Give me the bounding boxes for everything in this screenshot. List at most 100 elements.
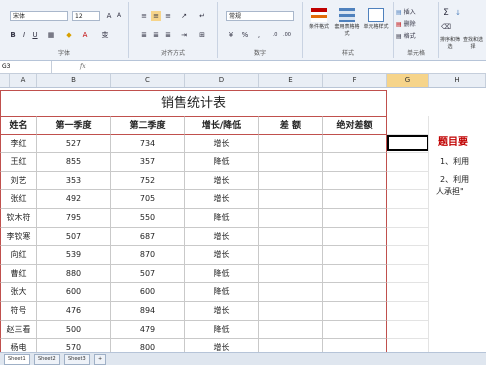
- col-header-b[interactable]: B: [37, 74, 111, 87]
- empty-cell[interactable]: [259, 246, 323, 265]
- table-cell[interactable]: 李钦寒: [0, 227, 37, 247]
- table-cell[interactable]: 705: [111, 190, 185, 209]
- empty-cell[interactable]: [259, 171, 323, 191]
- sort-filter-button[interactable]: 排序和筛选: [439, 36, 461, 50]
- empty-cell[interactable]: [323, 134, 387, 154]
- table-cell[interactable]: 降低: [185, 153, 259, 172]
- sheet-tab-3[interactable]: Sheet3: [64, 354, 90, 365]
- italic-icon[interactable]: I: [19, 30, 29, 40]
- table-cell[interactable]: 刘艺: [0, 171, 37, 191]
- currency-icon[interactable]: ¥: [226, 30, 236, 40]
- fx-icon[interactable]: fx: [80, 61, 86, 73]
- table-cell[interactable]: 353: [37, 171, 111, 191]
- shrink-font-icon[interactable]: A: [114, 11, 124, 21]
- header-cell[interactable]: 差 额: [259, 116, 323, 135]
- empty-cell[interactable]: [387, 227, 429, 247]
- empty-cell[interactable]: [387, 153, 429, 172]
- table-cell[interactable]: 600: [111, 283, 185, 302]
- table-cell[interactable]: 增长: [185, 190, 259, 209]
- table-cell[interactable]: 539: [37, 246, 111, 265]
- empty-cell[interactable]: [323, 171, 387, 191]
- table-cell[interactable]: 符号: [0, 302, 37, 321]
- empty-cell[interactable]: [323, 283, 387, 302]
- empty-cell[interactable]: [323, 153, 387, 172]
- table-cell[interactable]: 增长: [185, 227, 259, 247]
- format-button[interactable]: ▤ 格式: [396, 32, 436, 42]
- header-cell[interactable]: 第二季度: [111, 116, 185, 135]
- empty-cell[interactable]: [259, 264, 323, 284]
- empty-cell[interactable]: [323, 264, 387, 284]
- table-cell[interactable]: 李红: [0, 134, 37, 154]
- table-cell[interactable]: 降低: [185, 264, 259, 284]
- empty-cell[interactable]: [259, 190, 323, 209]
- table-cell[interactable]: 600: [37, 283, 111, 302]
- empty-cell[interactable]: [387, 190, 429, 209]
- find-select-button[interactable]: 查找和选择: [461, 36, 485, 50]
- sheet-tab-2[interactable]: Sheet2: [34, 354, 60, 365]
- align-top-icon[interactable]: ≡: [139, 11, 149, 21]
- font-size-combo[interactable]: 12: [72, 11, 100, 21]
- empty-cell[interactable]: [323, 209, 387, 228]
- empty-cell[interactable]: [259, 302, 323, 321]
- empty-cell[interactable]: [323, 302, 387, 321]
- header-cell[interactable]: 第一季度: [37, 116, 111, 135]
- new-sheet-icon[interactable]: +: [94, 354, 107, 365]
- table-cell[interactable]: 降低: [185, 283, 259, 302]
- empty-cell[interactable]: [387, 302, 429, 321]
- empty-cell[interactable]: [259, 320, 323, 340]
- header-cell[interactable]: 绝对差额: [323, 116, 387, 135]
- comma-icon[interactable]: ,: [254, 30, 264, 40]
- wrap-text-icon[interactable]: ↵: [197, 11, 207, 21]
- table-cell[interactable]: 增长: [185, 246, 259, 265]
- table-cell[interactable]: 550: [111, 209, 185, 228]
- table-cell[interactable]: 734: [111, 134, 185, 154]
- empty-cell[interactable]: [387, 320, 429, 340]
- col-header-f[interactable]: F: [323, 74, 387, 87]
- select-all-corner[interactable]: [0, 74, 10, 87]
- empty-cell[interactable]: [323, 190, 387, 209]
- col-header-h[interactable]: H: [429, 74, 486, 87]
- empty-cell[interactable]: [387, 246, 429, 265]
- align-right-icon[interactable]: ≣: [163, 30, 173, 40]
- increase-decimal-icon[interactable]: .0: [270, 30, 280, 40]
- grow-font-icon[interactable]: A: [104, 11, 114, 21]
- table-cell[interactable]: 870: [111, 246, 185, 265]
- col-header-c[interactable]: C: [111, 74, 185, 87]
- sum-icon[interactable]: Σ: [441, 8, 451, 18]
- table-cell[interactable]: 795: [37, 209, 111, 228]
- table-cell[interactable]: 降低: [185, 320, 259, 340]
- font-name-combo[interactable]: 宋体: [10, 11, 68, 21]
- table-cell[interactable]: 王红: [0, 153, 37, 172]
- table-cell[interactable]: 855: [37, 153, 111, 172]
- table-cell[interactable]: 张大: [0, 283, 37, 302]
- table-cell[interactable]: 赵三看: [0, 320, 37, 340]
- empty-cell[interactable]: [323, 246, 387, 265]
- empty-cell[interactable]: [387, 209, 429, 228]
- empty-cell[interactable]: [259, 209, 323, 228]
- table-cell[interactable]: 880: [37, 264, 111, 284]
- border-icon[interactable]: ▦: [46, 30, 56, 40]
- empty-cell[interactable]: [259, 283, 323, 302]
- merge-center-icon[interactable]: ⊞: [197, 30, 207, 40]
- name-box[interactable]: G3: [0, 61, 52, 73]
- align-middle-icon[interactable]: ≡: [151, 11, 161, 21]
- empty-cell[interactable]: [259, 153, 323, 172]
- table-cell[interactable]: 增长: [185, 302, 259, 321]
- percent-icon[interactable]: %: [240, 30, 250, 40]
- table-cell[interactable]: 527: [37, 134, 111, 154]
- cell-style-button[interactable]: 单元格样式: [361, 8, 391, 30]
- empty-cell[interactable]: [323, 227, 387, 247]
- table-cell[interactable]: 钦木符: [0, 209, 37, 228]
- empty-cell[interactable]: [387, 171, 429, 191]
- table-cell[interactable]: 492: [37, 190, 111, 209]
- header-cell[interactable]: 姓名: [0, 116, 37, 135]
- table-format-button[interactable]: 套用表格格式: [333, 8, 361, 37]
- indent-icon[interactable]: ⇥: [179, 30, 189, 40]
- cond-format-button[interactable]: 条件格式: [305, 8, 333, 30]
- underline-icon[interactable]: U: [30, 30, 40, 40]
- fill-color-icon[interactable]: ◆: [64, 30, 74, 40]
- insert-button[interactable]: ▤ 插入: [396, 8, 436, 18]
- header-cell[interactable]: 增长/降低: [185, 116, 259, 135]
- col-header-d[interactable]: D: [185, 74, 259, 87]
- empty-cell[interactable]: [259, 227, 323, 247]
